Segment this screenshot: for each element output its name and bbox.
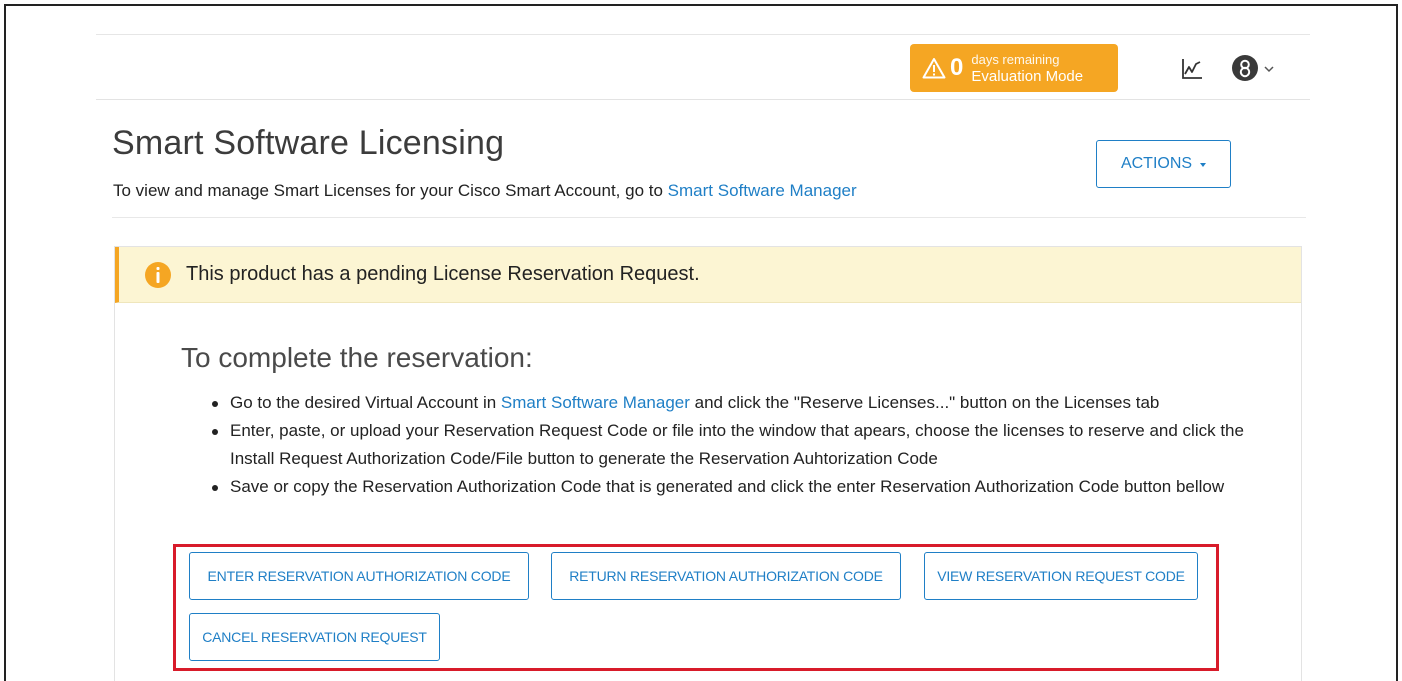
step-text: Go to the desired Virtual Account in	[230, 393, 497, 412]
return-reservation-authorization-code-button[interactable]: RETURN RESERVATION AUTHORIZATION CODE	[551, 552, 901, 600]
evaluation-mode-label: Evaluation Mode	[971, 68, 1084, 85]
view-reservation-request-code-button[interactable]: VIEW RESERVATION REQUEST CODE	[924, 552, 1198, 600]
user-icon[interactable]	[1232, 55, 1258, 81]
divider	[112, 217, 1306, 218]
step-text: and click the "Reserve Licenses..." butt…	[694, 393, 1160, 412]
list-item: Enter, paste, or upload your Reservation…	[212, 417, 1252, 473]
smart-software-manager-link[interactable]: Smart Software Manager	[668, 181, 857, 200]
cancel-reservation-request-button[interactable]: CANCEL RESERVATION REQUEST	[189, 613, 440, 661]
evaluation-text: days remaining Evaluation Mode	[971, 51, 1083, 85]
list-item: Save or copy the Reservation Authorizati…	[212, 473, 1252, 501]
subtitle-text: To view and manage Smart Licenses for yo…	[113, 181, 663, 200]
chevron-down-icon[interactable]	[1264, 65, 1274, 73]
reservation-panel: This product has a pending License Reser…	[114, 246, 1302, 681]
warning-icon	[922, 58, 946, 79]
evaluation-mode-badge[interactable]: 0 days remaining Evaluation Mode	[910, 44, 1118, 92]
chart-icon[interactable]	[1181, 58, 1203, 80]
enter-reservation-authorization-code-button[interactable]: ENTER RESERVATION AUTHORIZATION CODE	[189, 552, 529, 600]
alert-message: This product has a pending License Reser…	[186, 263, 700, 285]
caret-down-icon	[1200, 162, 1207, 167]
page-subtitle: To view and manage Smart Licenses for yo…	[113, 181, 857, 201]
days-remaining-count: 0	[950, 54, 964, 81]
list-item: Go to the desired Virtual Account in Sma…	[212, 389, 1252, 417]
info-icon	[145, 261, 171, 288]
actions-label: ACTIONS	[1120, 155, 1193, 172]
top-header-bar: 0 days remaining Evaluation Mode	[96, 34, 1310, 100]
steps-heading: To complete the reservation:	[181, 342, 533, 373]
page-title: Smart Software Licensing	[112, 124, 505, 162]
smart-software-manager-link[interactable]: Smart Software Manager	[501, 393, 690, 412]
steps-list: Go to the desired Virtual Account in Sma…	[212, 389, 1252, 501]
pending-reservation-alert: This product has a pending License Reser…	[115, 247, 1301, 303]
app-window: 0 days remaining Evaluation Mode Smart S…	[4, 4, 1398, 681]
actions-dropdown-button[interactable]: ACTIONS	[1096, 140, 1231, 188]
days-remaining-label: days remaining	[971, 52, 1060, 67]
